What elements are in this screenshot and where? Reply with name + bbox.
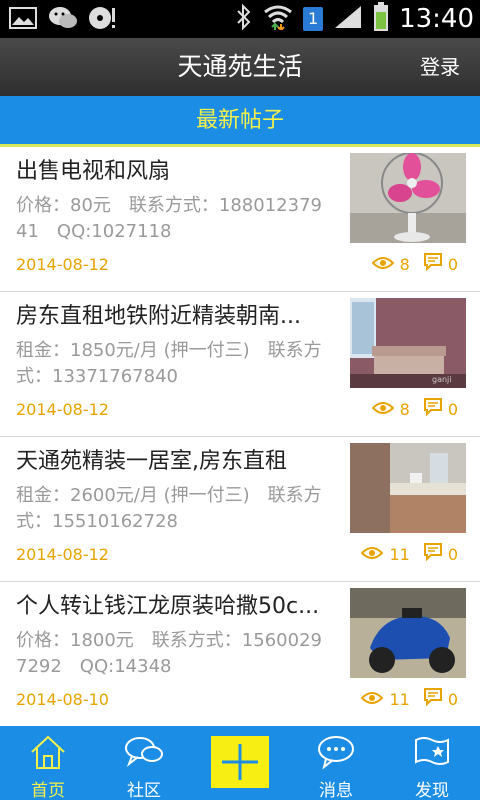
message-icon: [316, 734, 356, 774]
add-post-button[interactable]: [192, 726, 288, 800]
view-count: 11: [389, 689, 410, 709]
comment-count: 0: [447, 399, 458, 419]
post-date: 2014-08-12: [16, 255, 109, 274]
post-thumbnail: [350, 588, 466, 678]
comment-count: 0: [447, 254, 458, 274]
tab-messages[interactable]: 消息: [288, 726, 384, 801]
sim-badge-icon: 1: [303, 7, 324, 31]
post-date: 2014-08-12: [16, 545, 109, 564]
wechat-icon: [48, 4, 78, 32]
app-header: 天通苑生活 登录: [0, 38, 480, 96]
post-item[interactable]: 个人转让钱江龙原装哈撒50c... 价格：1800元 联系方式：15600297…: [0, 582, 480, 725]
battery-icon: [373, 2, 389, 36]
status-bar: 1 13:40: [0, 0, 480, 38]
status-time: 13:40: [399, 4, 474, 34]
login-button[interactable]: 登录: [420, 38, 460, 96]
app-title: 天通苑生活: [177, 52, 303, 81]
svg-text:ganji: ganji: [432, 375, 452, 384]
tab-community-label: 社区: [127, 781, 161, 801]
post-date: 2014-08-10: [16, 690, 109, 709]
comment-icon: [423, 253, 442, 275]
signal-icon: [333, 4, 363, 34]
map-flag-icon: [412, 734, 452, 774]
comment-icon: [423, 398, 442, 420]
post-title: 房东直租地铁附近精装朝南...: [16, 304, 301, 329]
post-thumbnail: [350, 443, 466, 533]
tab-messages-label: 消息: [319, 781, 353, 801]
post-description: 价格：80元 联系方式：18801237941 QQ:1027118: [16, 195, 322, 242]
view-count: 8: [399, 254, 410, 274]
eye-icon: [361, 690, 384, 709]
eye-icon: [361, 545, 384, 564]
post-title: 出售电视和风扇: [16, 159, 171, 184]
post-description: 租金：1850元/月 (押一付三) 联系方式：13371767840: [16, 340, 322, 387]
chat-bubbles-icon: [124, 734, 164, 774]
post-item[interactable]: 天通苑精装一居室,房东直租 租金：2600元/月 (押一付三) 联系方式：155…: [0, 437, 480, 582]
eye-icon: [371, 255, 395, 274]
comment-count: 0: [447, 544, 458, 564]
plus-icon: [211, 736, 269, 788]
bluetooth-icon: [235, 3, 253, 35]
home-icon: [29, 734, 67, 774]
post-description: 价格：1800元 联系方式：15600297292 QQ:14348: [16, 630, 322, 677]
post-thumbnail: ganji: [350, 298, 466, 388]
tab-community[interactable]: 社区: [96, 726, 192, 801]
comment-icon: [423, 688, 442, 710]
comment-icon: [423, 543, 442, 565]
post-description: 租金：2600元/月 (押一付三) 联系方式：15510162728: [16, 485, 322, 532]
wifi-icon: [263, 4, 293, 34]
post-list: 出售电视和风扇 价格：80元 联系方式：18801237941 QQ:10271…: [0, 147, 480, 725]
section-title: 最新帖子: [0, 96, 480, 147]
post-title: 天通苑精装一居室,房东直租: [16, 449, 287, 474]
post-stats: 8 0: [371, 398, 466, 420]
post-stats: 11 0: [361, 543, 466, 565]
gallery-icon: [8, 4, 38, 32]
bottom-nav: 首页 社区 消息 发现: [0, 726, 480, 801]
post-title: 个人转让钱江龙原装哈撒50c...: [16, 594, 320, 619]
post-stats: 8 0: [371, 253, 466, 275]
eye-icon: [371, 400, 395, 419]
post-stats: 11 0: [361, 688, 466, 710]
disc-alert-icon: [88, 4, 118, 32]
tab-home[interactable]: 首页: [0, 726, 96, 801]
view-count: 8: [399, 399, 410, 419]
tab-home-label: 首页: [31, 781, 65, 801]
view-count: 11: [389, 544, 410, 564]
post-thumbnail: [350, 153, 466, 243]
comment-count: 0: [447, 689, 458, 709]
post-item[interactable]: 房东直租地铁附近精装朝南... 租金：1850元/月 (押一付三) 联系方式：1…: [0, 292, 480, 437]
post-date: 2014-08-12: [16, 400, 109, 419]
tab-discover[interactable]: 发现: [384, 726, 480, 801]
tab-discover-label: 发现: [415, 781, 449, 801]
post-item[interactable]: 出售电视和风扇 价格：80元 联系方式：18801237941 QQ:10271…: [0, 147, 480, 292]
